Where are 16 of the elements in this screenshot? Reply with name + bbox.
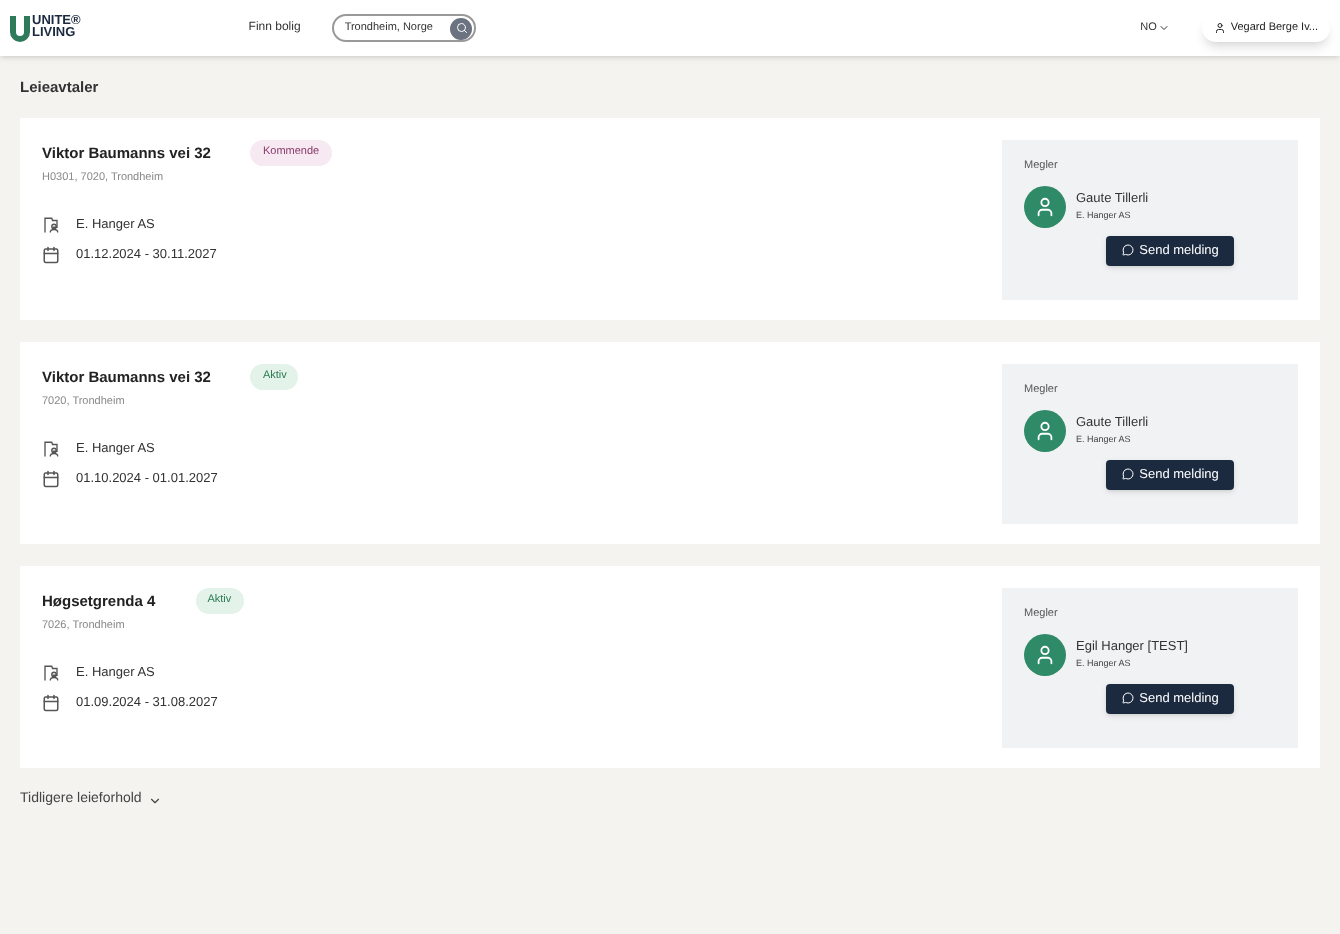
chevron-down-icon (1158, 22, 1171, 34)
landlord-icon (42, 440, 60, 459)
chat-icon (1121, 244, 1134, 257)
landlord-icon (42, 664, 60, 683)
avatar-icon (1024, 185, 1066, 227)
calendar-icon (42, 469, 60, 488)
user-icon (1214, 22, 1227, 34)
avatar-icon (1024, 409, 1066, 451)
chat-icon (1121, 692, 1134, 705)
search-icon[interactable] (450, 17, 473, 39)
chevron-down-icon (147, 794, 162, 808)
landlord-icon (42, 216, 60, 235)
chat-icon (1121, 468, 1134, 481)
avatar-icon (1024, 633, 1066, 675)
calendar-icon (42, 245, 60, 264)
calendar-icon (42, 693, 60, 712)
